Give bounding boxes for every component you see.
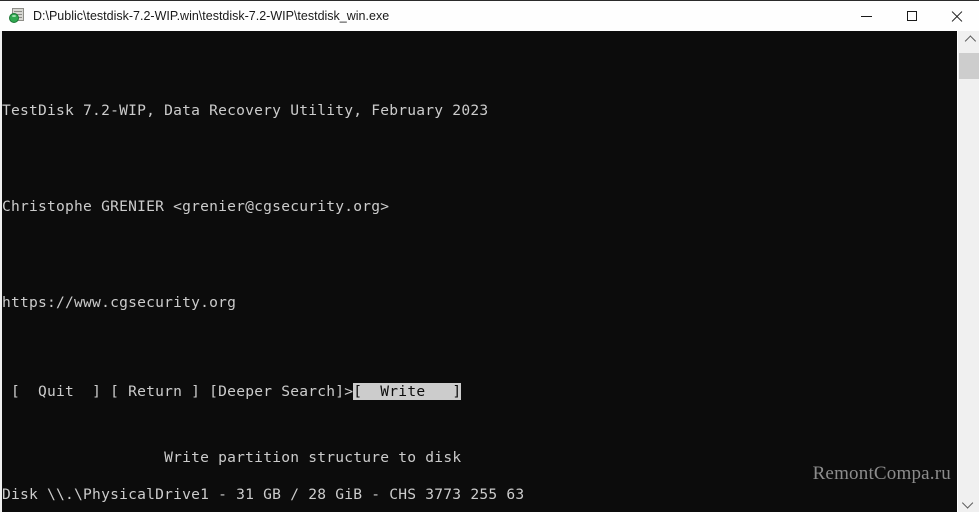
- chevron-up-icon: [964, 35, 976, 47]
- menu-status-text: Write partition structure to disk: [164, 449, 462, 466]
- menu-leading-space: [2, 383, 11, 400]
- menu-item-quit[interactable]: [ Quit ]: [11, 383, 101, 400]
- close-icon: [951, 11, 962, 22]
- console-line-header: TestDisk 7.2-WIP, Data Recovery Utility,…: [2, 102, 489, 119]
- console-line-author: Christophe GRENIER <grenier@cgsecurity.o…: [2, 198, 390, 215]
- console-output[interactable]: TestDisk 7.2-WIP, Data Recovery Utility,…: [2, 31, 957, 512]
- menu-row-buttons: [ Quit ] [ Return ] [Deeper Search]>[ Wr…: [2, 381, 957, 403]
- window-title: D:\Public\testdisk-7.2-WIP.win\testdisk-…: [33, 9, 390, 23]
- window-controls: [844, 1, 979, 31]
- menu-status-line: Write partition structure to disk: [2, 447, 957, 469]
- menu-gap-2: [200, 383, 209, 400]
- minimize-icon: [861, 15, 872, 17]
- menu-status-indent: [2, 449, 164, 466]
- scrollbar-track[interactable]: [958, 51, 979, 493]
- maximize-icon: [906, 11, 917, 21]
- minimize-button[interactable]: [844, 1, 889, 31]
- menu-item-write[interactable]: [ Write ]: [353, 383, 462, 400]
- menu-item-deeper-search[interactable]: [Deeper Search]: [209, 383, 344, 400]
- close-button[interactable]: [934, 1, 979, 31]
- scrollbar-thumb[interactable]: [959, 53, 979, 79]
- scroll-down-button[interactable]: [958, 493, 979, 512]
- testdisk-window: D:\Public\testdisk-7.2-WIP.win\testdisk-…: [0, 0, 979, 512]
- menu-selection-marker: >: [344, 383, 354, 400]
- menu-item-return[interactable]: [ Return ]: [110, 383, 200, 400]
- menu-gap-1: [101, 383, 110, 400]
- console-line-website: https://www.cgsecurity.org: [2, 294, 237, 311]
- title-bar[interactable]: D:\Public\testdisk-7.2-WIP.win\testdisk-…: [0, 1, 979, 31]
- menu-bar: [ Quit ] [ Return ] [Deeper Search]>[ Wr…: [2, 337, 957, 512]
- maximize-button[interactable]: [889, 1, 934, 31]
- scroll-up-button[interactable]: [958, 31, 979, 51]
- testdisk-app-icon: [9, 8, 25, 24]
- vertical-scrollbar[interactable]: [957, 31, 979, 512]
- chevron-down-icon: [961, 497, 973, 509]
- console-area: TestDisk 7.2-WIP, Data Recovery Utility,…: [0, 31, 979, 512]
